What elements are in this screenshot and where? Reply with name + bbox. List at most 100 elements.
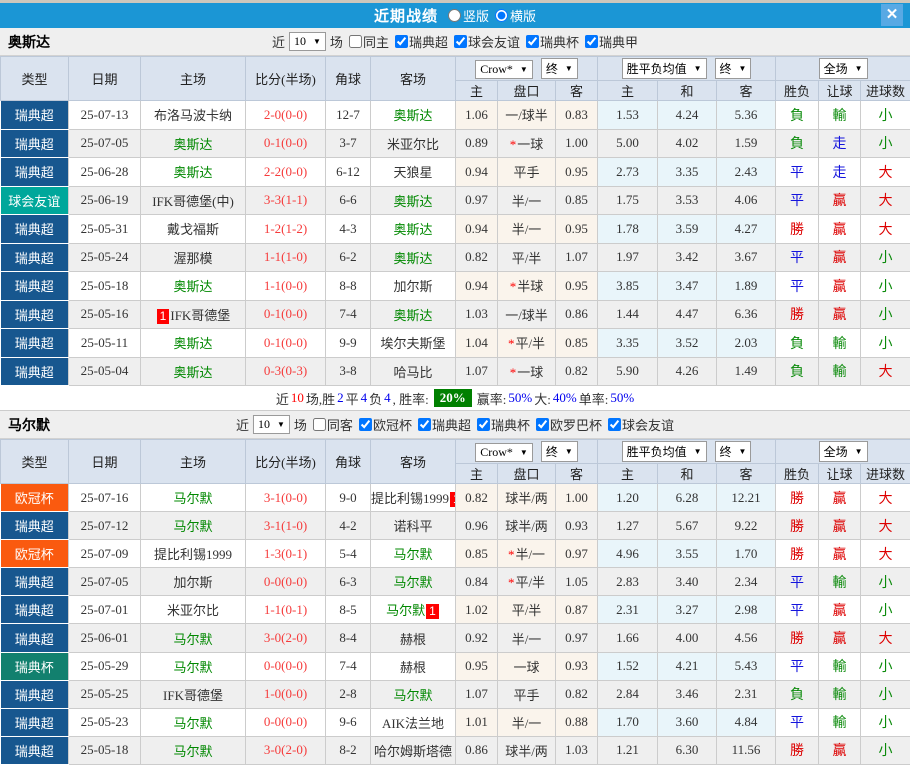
match-date: 25-06-19 — [69, 186, 141, 215]
summary-text: 50% — [508, 390, 532, 406]
avg-odds: 1.53 — [598, 101, 658, 130]
avg-odds: 11.56 — [717, 736, 776, 764]
score-cell: 0-0(0-0) — [246, 568, 326, 596]
league-filter-checkbox[interactable] — [395, 35, 408, 48]
score-value: 1-1(1-0) — [264, 249, 307, 264]
home-team-name: 奥斯达 — [173, 279, 212, 294]
summary-text: 单率: — [579, 389, 609, 408]
handicap-cell: 平手 — [498, 680, 556, 708]
home-team-name: 米亚尔比 — [167, 603, 219, 618]
match-date: 25-06-01 — [69, 624, 141, 652]
avg-select[interactable]: 胜平负均值▼ — [622, 58, 707, 79]
away-team-name: 马尔默 — [393, 575, 432, 590]
home-odds: 1.07 — [456, 357, 498, 386]
avg-odds: 4.24 — [658, 101, 717, 130]
league-type-badge: 瑞典超 — [1, 736, 69, 764]
score-value: 0-0(0-0) — [264, 574, 307, 589]
avg-select[interactable]: 胜平负均值▼ — [622, 441, 707, 462]
fullmatch-group-header: 全场▼ — [776, 57, 910, 81]
dropdown-arrow-icon: ▼ — [739, 447, 747, 456]
avg-time-select[interactable]: 终▼ — [715, 58, 752, 79]
avg-odds: 3.27 — [658, 596, 717, 624]
score-cell: 0-3(0-3) — [246, 357, 326, 386]
league-filter-checkbox[interactable] — [454, 35, 467, 48]
summary-text: 近 — [276, 389, 289, 408]
summary-text: 2 — [337, 390, 344, 406]
away-odds: 0.85 — [556, 329, 598, 358]
home-team-cell: 马尔默 — [141, 484, 246, 512]
league-type-badge: 瑞典超 — [1, 300, 69, 329]
away-odds: 0.88 — [556, 708, 598, 736]
col-date: 日期 — [69, 440, 141, 484]
fullmatch-select[interactable]: 全场▼ — [819, 58, 868, 79]
result-cell: 輸 — [819, 329, 861, 358]
col-corner: 角球 — [326, 57, 371, 101]
unit-label: 场 — [330, 32, 343, 51]
avg-odds: 6.30 — [658, 736, 717, 764]
league-filter-checkbox[interactable] — [359, 418, 372, 431]
result-cell: 小 — [861, 568, 910, 596]
away-team-name: 诺科平 — [393, 519, 432, 534]
result-cell: 負 — [776, 357, 819, 386]
score-cell: 1-0(0-0) — [246, 680, 326, 708]
fullmatch-select[interactable]: 全场▼ — [819, 441, 868, 462]
near-count-select[interactable]: 10▼ — [289, 32, 326, 51]
subcol-header: 客 — [717, 81, 776, 101]
near-label: 近 — [236, 415, 249, 434]
score-value: 3-0(2-0) — [264, 742, 307, 757]
home-team-cell: 渥那模 — [141, 243, 246, 272]
league-filter-checkbox[interactable] — [526, 35, 539, 48]
league-filter-checkbox[interactable] — [418, 418, 431, 431]
home-odds: 1.07 — [456, 680, 498, 708]
odds-time-select[interactable]: 终▼ — [541, 441, 578, 462]
near-count-select[interactable]: 10▼ — [253, 415, 290, 434]
bookmaker-select[interactable]: Crow*▼ — [475, 443, 533, 462]
corner-cell: 9-6 — [326, 708, 371, 736]
same-venue-checkbox[interactable] — [349, 35, 362, 48]
league-filter-checkbox[interactable] — [585, 35, 598, 48]
corner-cell: 12-7 — [326, 101, 371, 130]
avg-time-select[interactable]: 终▼ — [715, 441, 752, 462]
home-odds: 0.89 — [456, 129, 498, 158]
away-team-cell: 哈马比 — [371, 357, 456, 386]
away-team-cell: 诺科平 — [371, 512, 456, 540]
subcol-header: 客 — [556, 464, 598, 484]
layout-radio-option[interactable]: 横版 — [495, 6, 536, 25]
dropdown-arrow-icon: ▼ — [855, 64, 863, 73]
layout-radio-label: 横版 — [510, 6, 536, 25]
league-filter-checkbox[interactable] — [477, 418, 490, 431]
avg-odds: 4.47 — [658, 300, 717, 329]
league-type-badge: 瑞典超 — [1, 243, 69, 272]
corner-cell: 4-3 — [326, 215, 371, 244]
avg-odds: 4.02 — [658, 129, 717, 158]
same-venue-checkbox[interactable] — [313, 418, 326, 431]
layout-radio[interactable] — [495, 9, 508, 22]
away-team-cell: 马尔默1 — [371, 596, 456, 624]
summary-text: 4 — [384, 390, 391, 406]
away-team-cell: 加尔斯 — [371, 272, 456, 301]
away-odds: 0.93 — [556, 652, 598, 680]
close-button[interactable]: ✕ — [881, 4, 903, 26]
score-value: 3-1(1-0) — [264, 518, 307, 533]
matches-table: 类型 日期 主场 比分(半场) 角球 客场 Crow*▼终▼ 胜平负均值▼终▼ … — [0, 439, 910, 765]
away-odds: 0.85 — [556, 186, 598, 215]
layout-radio-option[interactable]: 竖版 — [448, 6, 489, 25]
match-row: 瑞典超25-05-24渥那模1-1(1-0)6-2奥斯达0.82平/半1.071… — [1, 243, 910, 272]
avg-odds: 4.27 — [717, 215, 776, 244]
league-filter-checkbox[interactable] — [608, 418, 621, 431]
odds-time-select[interactable]: 终▼ — [541, 58, 578, 79]
handicap-cell: 半/一 — [498, 186, 556, 215]
dropdown-arrow-icon: ▼ — [739, 64, 747, 73]
layout-radio[interactable] — [448, 9, 461, 22]
star-icon: * — [508, 575, 515, 590]
match-row: 瑞典超25-07-05加尔斯0-0(0-0)6-3马尔默0.84*平/半1.05… — [1, 568, 910, 596]
bookmaker-select[interactable]: Crow*▼ — [475, 60, 533, 79]
avg-odds: 1.27 — [598, 512, 658, 540]
match-row: 欧冠杯25-07-09提比利锡19991-3(0-1)5-4马尔默0.85*半/… — [1, 540, 910, 568]
league-filter-checkbox[interactable] — [536, 418, 549, 431]
summary-text: 赢率: — [477, 389, 507, 408]
subcol-header: 和 — [658, 464, 717, 484]
fullmatch-group-header: 全场▼ — [776, 440, 910, 464]
match-date: 25-07-05 — [69, 129, 141, 158]
avg-odds: 1.59 — [717, 129, 776, 158]
